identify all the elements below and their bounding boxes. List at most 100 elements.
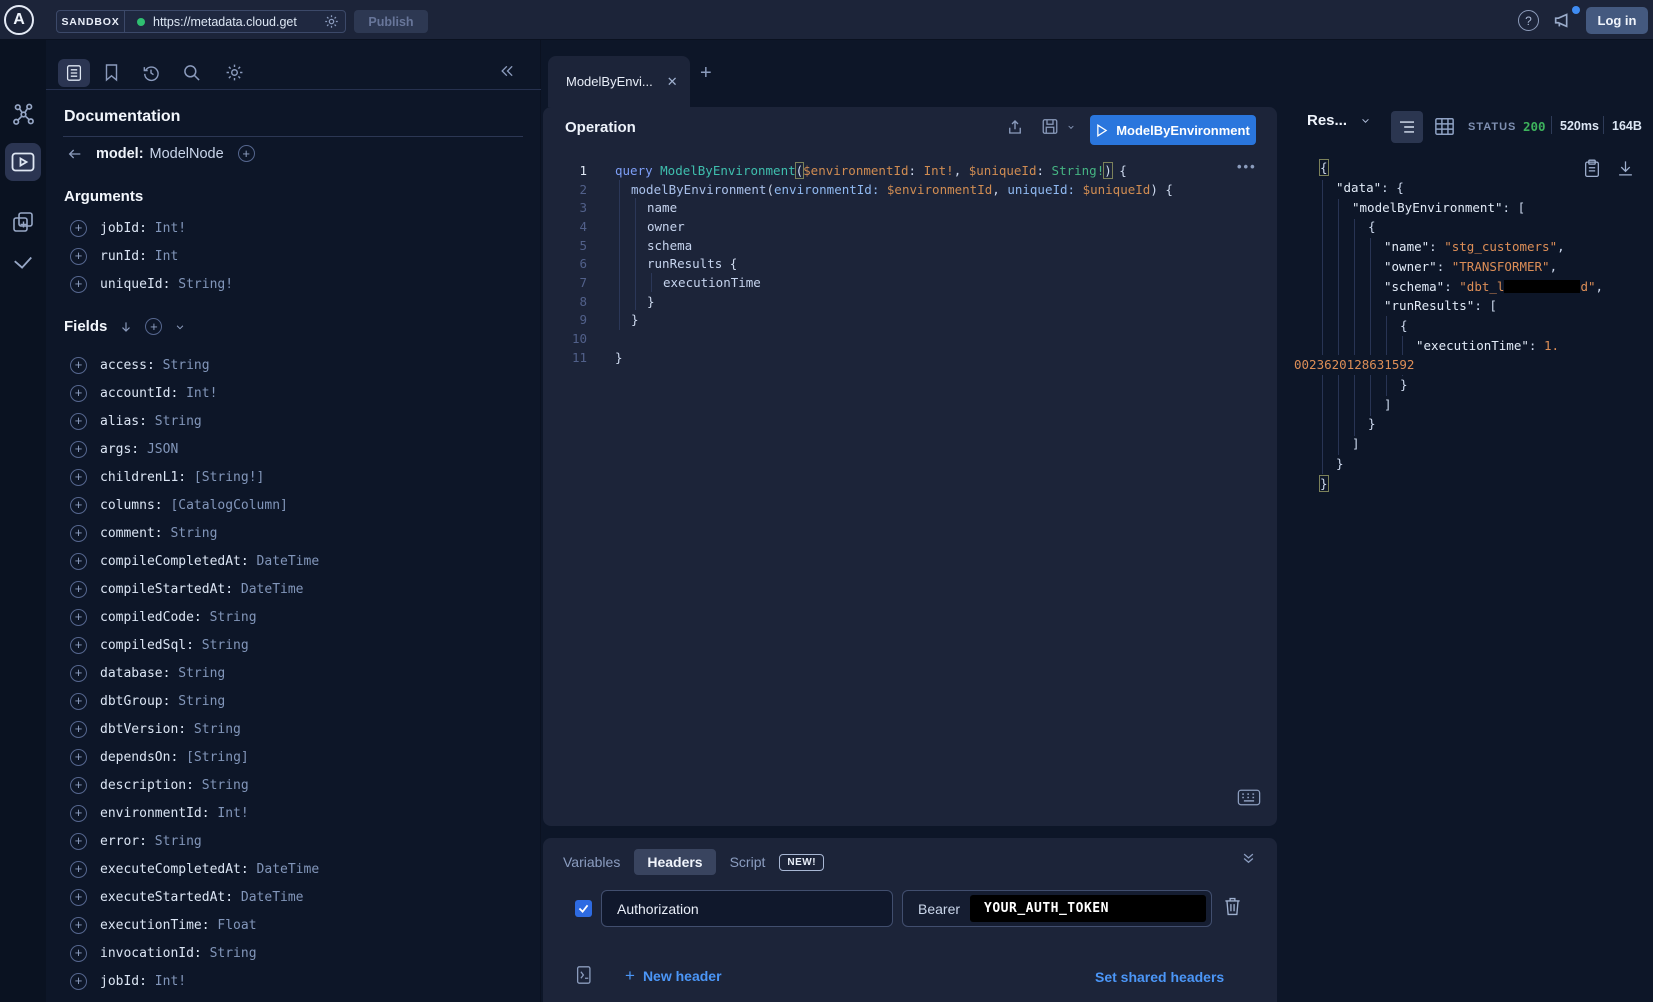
doc-field-row[interactable]: +compileStartedAt: DateTime [64, 575, 534, 603]
add-field-icon[interactable]: + [70, 248, 87, 265]
delete-header-trash-icon[interactable] [1223, 896, 1242, 917]
endpoint-url-bar[interactable]: SANDBOX https://metadata.cloud.get [56, 10, 346, 33]
share-icon[interactable] [1006, 117, 1024, 137]
doc-field-row[interactable]: +description: String [64, 771, 534, 799]
doc-field-row[interactable]: +comment: String [64, 519, 534, 547]
document-icon[interactable] [58, 59, 90, 87]
add-field-icon[interactable]: + [70, 609, 87, 626]
doc-field-row[interactable]: +dbtGroup: String [64, 687, 534, 715]
code-line[interactable]: 1query ModelByEnvironment($environmentId… [543, 161, 1277, 180]
help-button[interactable]: ? [1518, 10, 1539, 31]
add-field-icon[interactable]: + [70, 441, 87, 458]
doc-field-row[interactable]: +executeStartedAt: DateTime [64, 883, 534, 911]
login-button[interactable]: Log in [1586, 7, 1648, 34]
search-icon[interactable] [182, 63, 202, 83]
doc-field-row[interactable]: +dbtVersion: String [64, 715, 534, 743]
set-shared-headers-link[interactable]: Set shared headers [1095, 969, 1224, 985]
auth-token-value[interactable]: YOUR_AUTH_TOKEN [970, 895, 1206, 922]
doc-field-row[interactable]: +uniqueId: String! [64, 270, 534, 298]
doc-field-row[interactable]: +executionTime: Float [64, 911, 534, 939]
doc-field-row[interactable]: +columns: [CatalogColumn] [64, 491, 534, 519]
endpoint-url-text[interactable]: https://metadata.cloud.get [153, 15, 323, 29]
doc-field-row[interactable]: +accountId: Int! [64, 379, 534, 407]
back-arrow-icon[interactable] [66, 146, 84, 162]
tab-headers[interactable]: Headers [634, 849, 715, 875]
edit-as-file-icon[interactable] [576, 965, 594, 985]
endpoint-settings-gear-icon[interactable] [324, 14, 339, 29]
graph-icon[interactable] [0, 102, 46, 127]
add-field-icon[interactable]: + [70, 357, 87, 374]
publish-button[interactable]: Publish [354, 10, 428, 33]
header-enabled-checkbox[interactable] [575, 900, 592, 917]
apollo-logo-icon[interactable]: A [4, 5, 34, 35]
chevron-down-icon[interactable] [174, 322, 186, 332]
close-tab-icon[interactable]: ✕ [667, 74, 678, 90]
doc-field-row[interactable]: +alias: String [64, 407, 534, 435]
doc-field-row[interactable]: +jobId: Int! [64, 214, 534, 242]
code-line[interactable]: 2modelByEnvironment(environmentId: $envi… [543, 180, 1277, 199]
bookmark-icon[interactable] [104, 63, 119, 82]
add-field-icon[interactable]: + [70, 721, 87, 738]
add-field-icon[interactable]: + [238, 145, 255, 162]
code-line[interactable]: 11} [543, 348, 1277, 367]
add-field-icon[interactable]: + [70, 469, 87, 486]
doc-field-row[interactable]: +compiledCode: String [64, 603, 534, 631]
code-line[interactable]: 6runResults { [543, 255, 1277, 274]
add-field-icon[interactable]: + [70, 525, 87, 542]
add-all-fields-icon[interactable]: + [145, 318, 162, 335]
add-field-icon[interactable]: + [70, 553, 87, 570]
code-line[interactable]: 8} [543, 292, 1277, 311]
add-field-icon[interactable]: + [70, 413, 87, 430]
code-editor[interactable]: 1query ModelByEnvironment($environmentId… [543, 161, 1277, 371]
explorer-icon[interactable] [5, 143, 41, 181]
response-dropdown-chevron-icon[interactable] [1359, 116, 1372, 126]
new-tab-button[interactable]: + [700, 62, 712, 85]
code-line[interactable]: 3name [543, 198, 1277, 217]
add-field-icon[interactable]: + [70, 749, 87, 766]
doc-field-row[interactable]: +runId: Int [64, 242, 534, 270]
history-icon[interactable] [141, 63, 161, 83]
operation-tab[interactable]: ModelByEnvi... ✕ [548, 56, 690, 107]
add-field-icon[interactable]: + [70, 220, 87, 237]
settings-icon[interactable] [225, 63, 244, 82]
run-operation-button[interactable]: ModelByEnvironment [1090, 115, 1256, 145]
add-field-icon[interactable]: + [70, 973, 87, 990]
add-field-icon[interactable]: + [70, 889, 87, 906]
doc-field-row[interactable]: +invocationId: String [64, 939, 534, 967]
add-field-icon[interactable]: + [70, 581, 87, 598]
add-field-icon[interactable]: + [70, 693, 87, 710]
tree-view-icon[interactable] [1391, 111, 1423, 143]
breadcrumb-type-link[interactable]: ModelNode [150, 146, 224, 162]
code-line[interactable]: 10 [543, 329, 1277, 348]
save-menu-chevron-icon[interactable] [1066, 123, 1076, 131]
doc-field-row[interactable]: +dependsOn: [String] [64, 743, 534, 771]
doc-field-row[interactable]: +compileCompletedAt: DateTime [64, 547, 534, 575]
add-field-icon[interactable]: + [70, 276, 87, 293]
header-value-field[interactable]: Bearer YOUR_AUTH_TOKEN [902, 890, 1212, 927]
add-field-icon[interactable]: + [70, 945, 87, 962]
table-view-icon[interactable] [1434, 117, 1455, 136]
changelog-icon[interactable] [0, 210, 46, 234]
sort-descending-icon[interactable] [119, 319, 133, 335]
add-field-icon[interactable]: + [70, 637, 87, 654]
add-field-icon[interactable]: + [70, 917, 87, 934]
doc-field-row[interactable]: +args: JSON [64, 435, 534, 463]
doc-field-row[interactable]: +compiledSql: String [64, 631, 534, 659]
announcements-icon[interactable] [1552, 9, 1574, 31]
add-field-icon[interactable]: + [70, 861, 87, 878]
save-icon[interactable] [1041, 117, 1059, 136]
header-key-input[interactable] [601, 890, 893, 927]
add-field-icon[interactable]: + [70, 497, 87, 514]
add-field-icon[interactable]: + [70, 665, 87, 682]
tab-variables[interactable]: Variables [563, 854, 620, 870]
collapse-panel-chevrons-icon[interactable] [1241, 851, 1256, 866]
add-field-icon[interactable]: + [70, 385, 87, 402]
code-line[interactable]: 9} [543, 311, 1277, 330]
keyboard-shortcuts-icon[interactable] [1237, 789, 1261, 806]
doc-field-row[interactable]: +access: String [64, 351, 534, 379]
new-header-button[interactable]: + New header [625, 966, 722, 986]
doc-field-row[interactable]: +database: String [64, 659, 534, 687]
add-field-icon[interactable]: + [70, 833, 87, 850]
code-line[interactable]: 4owner [543, 217, 1277, 236]
checks-icon[interactable] [0, 254, 46, 272]
